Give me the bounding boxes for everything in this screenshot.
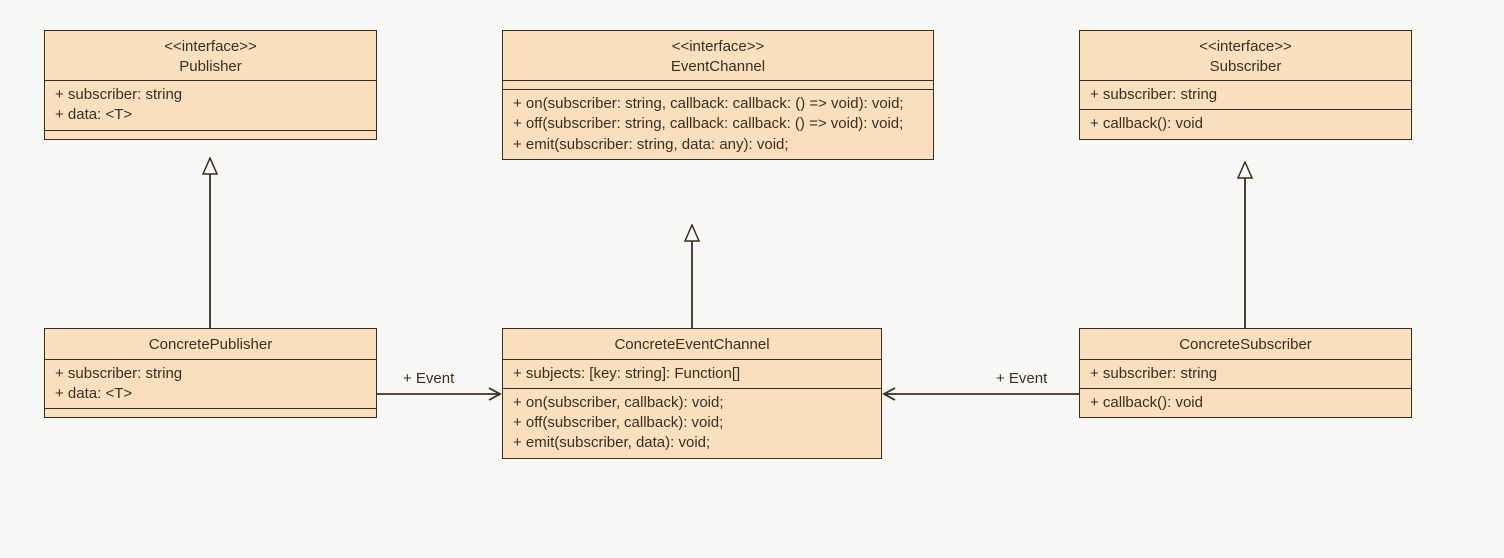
class-header: <<interface>> Subscriber xyxy=(1080,31,1411,81)
method: + callback(): void xyxy=(1090,114,1401,134)
attribute: + subscriber: string xyxy=(1090,364,1401,384)
class-subscriber-interface: <<interface>> Subscriber + subscriber: s… xyxy=(1079,30,1412,140)
methods-section: + callback(): void xyxy=(1080,110,1411,138)
method: + on(subscriber, callback): void; xyxy=(513,393,871,413)
edge-label-pub-event: + Event xyxy=(403,370,454,387)
class-concrete-publisher: ConcretePublisher + subscriber: string +… xyxy=(44,328,377,418)
attributes-section: + subscriber: string xyxy=(1080,360,1411,389)
class-name: Subscriber xyxy=(1090,57,1401,77)
methods-section: + on(subscriber, callback): void; + off(… xyxy=(503,389,881,458)
class-name: ConcreteSubscriber xyxy=(1090,335,1401,355)
attribute: + data: <T> xyxy=(55,105,366,125)
class-name: ConcretePublisher xyxy=(55,335,366,355)
method: + on(subscriber: string, callback: callb… xyxy=(513,94,923,114)
stereotype: <<interface>> xyxy=(1090,37,1401,57)
class-name: ConcreteEventChannel xyxy=(513,335,871,355)
method: + emit(subscriber: string, data: any): v… xyxy=(513,135,923,155)
class-concrete-subscriber: ConcreteSubscriber + subscriber: string … xyxy=(1079,328,1412,418)
method: + off(subscriber: string, callback: call… xyxy=(513,114,923,134)
methods-section xyxy=(45,409,376,417)
attributes-section: + subscriber: string + data: <T> xyxy=(45,360,376,410)
class-header: ConcreteSubscriber xyxy=(1080,329,1411,360)
methods-section xyxy=(45,131,376,139)
class-header: ConcretePublisher xyxy=(45,329,376,360)
class-name: EventChannel xyxy=(513,57,923,77)
methods-section: + on(subscriber: string, callback: callb… xyxy=(503,90,933,159)
method: + callback(): void xyxy=(1090,393,1401,413)
class-header: <<interface>> EventChannel xyxy=(503,31,933,81)
attribute: + data: <T> xyxy=(55,384,366,404)
class-header: ConcreteEventChannel xyxy=(503,329,881,360)
class-header: <<interface>> Publisher xyxy=(45,31,376,81)
attribute: + subscriber: string xyxy=(1090,85,1401,105)
attribute: + subscriber: string xyxy=(55,364,366,384)
class-concrete-eventchannel: ConcreteEventChannel + subjects: [key: s… xyxy=(502,328,882,459)
attributes-section: + subjects: [key: string]: Function[] xyxy=(503,360,881,389)
class-eventchannel-interface: <<interface>> EventChannel + on(subscrib… xyxy=(502,30,934,160)
stereotype: <<interface>> xyxy=(513,37,923,57)
method: + off(subscriber, callback): void; xyxy=(513,413,871,433)
attribute: + subscriber: string xyxy=(55,85,366,105)
class-publisher-interface: <<interface>> Publisher + subscriber: st… xyxy=(44,30,377,140)
class-name: Publisher xyxy=(55,57,366,77)
attributes-section: + subscriber: string + data: <T> xyxy=(45,81,376,131)
stereotype: <<interface>> xyxy=(55,37,366,57)
attribute: + subjects: [key: string]: Function[] xyxy=(513,364,871,384)
method: + emit(subscriber, data): void; xyxy=(513,433,871,453)
methods-section: + callback(): void xyxy=(1080,389,1411,417)
edge-label-sub-event: + Event xyxy=(996,370,1047,387)
attributes-section: + subscriber: string xyxy=(1080,81,1411,110)
attributes-section xyxy=(503,81,933,90)
